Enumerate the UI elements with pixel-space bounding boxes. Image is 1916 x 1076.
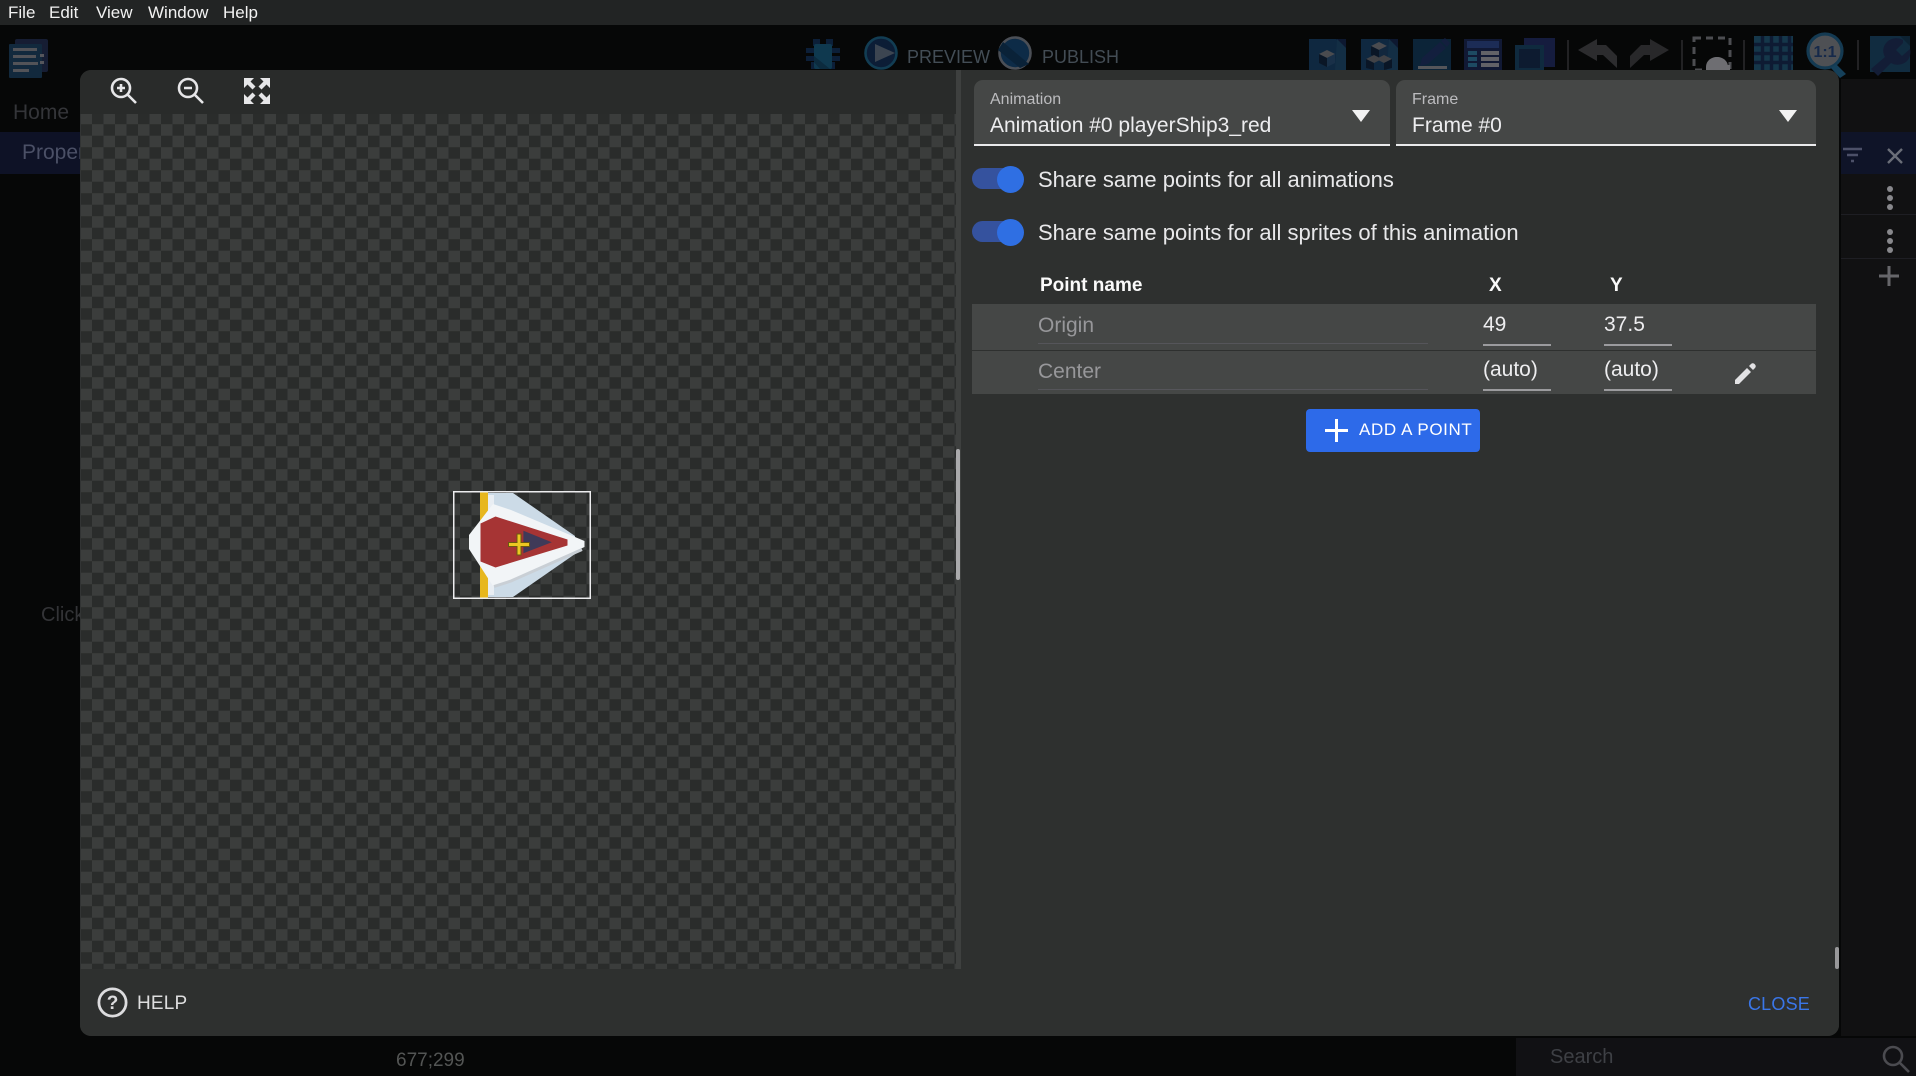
svg-text:1:1: 1:1: [1813, 44, 1836, 61]
svg-text:?: ?: [107, 993, 119, 1014]
svg-text:PREVIEW: PREVIEW: [907, 47, 990, 67]
svg-text:PUBLISH: PUBLISH: [1042, 47, 1119, 67]
